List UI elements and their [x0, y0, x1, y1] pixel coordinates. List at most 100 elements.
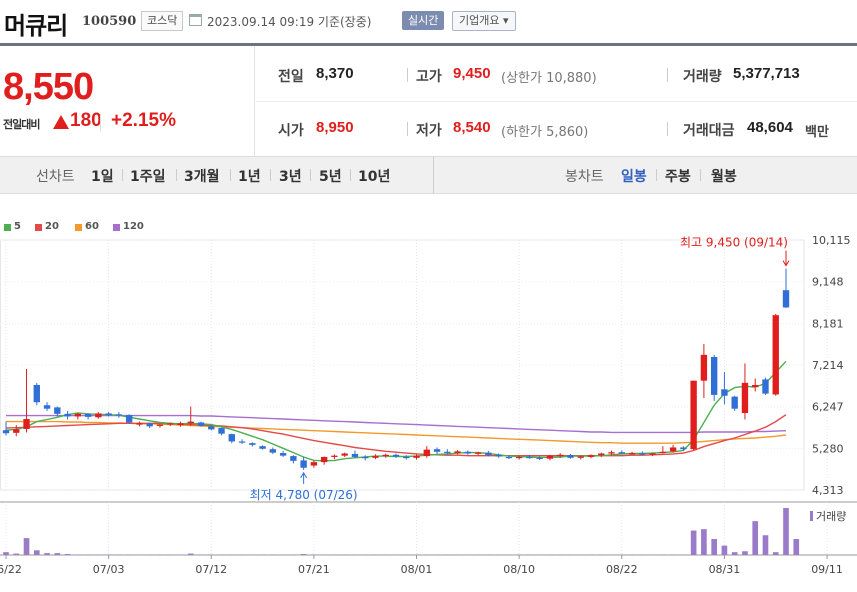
candle — [721, 372, 728, 405]
candle-body — [64, 413, 71, 417]
ma20-line — [5, 414, 787, 457]
candle-body — [23, 419, 30, 429]
candle-body — [197, 422, 205, 426]
volume-bar — [54, 553, 61, 555]
candle-body — [659, 451, 667, 453]
candle-body — [587, 455, 595, 457]
candle-body — [177, 423, 184, 426]
candle-body — [156, 424, 164, 426]
volume-bar — [721, 545, 728, 555]
candle — [628, 451, 636, 455]
candle-body — [464, 451, 472, 454]
candle — [177, 421, 184, 427]
candlestick-chart[interactable]: 06/22 07/03 07/12 07/21 08/01 08/10 08/22 08/31… — [0, 0, 857, 592]
x-tick-label: 08/22 — [606, 563, 638, 576]
candle-body — [269, 449, 277, 453]
candle — [741, 363, 749, 420]
candle — [690, 380, 697, 451]
ma5-line — [5, 360, 787, 462]
candle-body — [208, 426, 215, 430]
volume-bar — [23, 538, 30, 555]
candle — [782, 268, 790, 308]
candle-body — [649, 453, 656, 455]
candle-body — [351, 453, 359, 457]
candle — [433, 447, 441, 454]
candle-body — [577, 456, 584, 458]
volume-bar — [711, 539, 717, 555]
candle — [382, 453, 389, 458]
candle-body — [515, 456, 523, 459]
candle — [680, 446, 687, 451]
x-tick-label: 06/22 — [0, 563, 22, 576]
x-tick-label: 07/21 — [298, 563, 330, 576]
candle-body — [362, 456, 369, 459]
candle-body — [228, 434, 235, 442]
volume-bar — [690, 530, 697, 555]
candle-body — [433, 449, 441, 452]
candle-body — [249, 443, 256, 445]
y-tick-label: 9,148 — [812, 276, 844, 289]
candle — [33, 382, 40, 406]
candle-body — [403, 456, 410, 459]
volume-bar — [300, 554, 307, 555]
candle — [331, 454, 338, 460]
candle-body — [505, 456, 513, 459]
low-annotation: 최저 4,780 (07/26) — [250, 488, 358, 502]
candle — [279, 450, 287, 457]
candle-body — [146, 423, 153, 427]
candle-body — [382, 454, 389, 457]
volume-bar — [33, 550, 40, 555]
candle-body — [95, 413, 102, 418]
y-tick-label: 8,181 — [812, 317, 844, 330]
candle — [125, 414, 133, 424]
x-tick-label: 08/01 — [401, 563, 433, 576]
candle-body — [2, 430, 10, 434]
candle-body — [300, 460, 307, 468]
candle-body — [259, 446, 266, 449]
candle-body — [782, 290, 790, 308]
y-tick-label: 7,214 — [812, 359, 844, 372]
candle-body — [567, 455, 574, 458]
candle — [136, 421, 143, 427]
candle — [74, 413, 82, 420]
candle-body — [721, 389, 728, 396]
candle-body — [13, 429, 20, 433]
y-tick-label: 5,280 — [812, 442, 844, 455]
candle-body — [669, 447, 677, 452]
x-tick-label: 08/31 — [709, 563, 741, 576]
candle — [362, 455, 369, 461]
candle — [700, 344, 708, 398]
candle-body — [115, 414, 123, 416]
candle-body — [485, 452, 492, 456]
candle-body — [741, 382, 749, 414]
candle-body — [136, 423, 143, 425]
volume-bar — [772, 552, 779, 555]
candle-body — [105, 413, 112, 416]
candle — [341, 452, 348, 457]
candle — [772, 313, 779, 396]
candle-body — [762, 379, 769, 394]
volume-bar — [187, 553, 194, 555]
volume-legend-swatch — [810, 511, 813, 521]
candle — [95, 412, 102, 419]
candle-body — [639, 453, 646, 455]
candle — [567, 453, 574, 459]
candle — [413, 454, 420, 460]
candle-body — [608, 452, 615, 454]
volume-bar — [701, 529, 707, 555]
candle — [259, 445, 266, 450]
candle — [290, 455, 297, 464]
y-tick-label: 4,313 — [812, 484, 844, 497]
candle-body — [54, 407, 61, 414]
candle-body — [33, 384, 40, 403]
volume-bar — [44, 553, 50, 555]
candle — [587, 454, 595, 459]
candle — [13, 425, 20, 437]
volume-bar — [793, 539, 800, 555]
candle-body — [74, 413, 82, 417]
candle-body — [84, 413, 92, 417]
x-tick-label: 07/03 — [93, 563, 125, 576]
candle-body — [598, 453, 605, 456]
candle-body — [341, 453, 348, 456]
candle-body — [290, 456, 297, 461]
